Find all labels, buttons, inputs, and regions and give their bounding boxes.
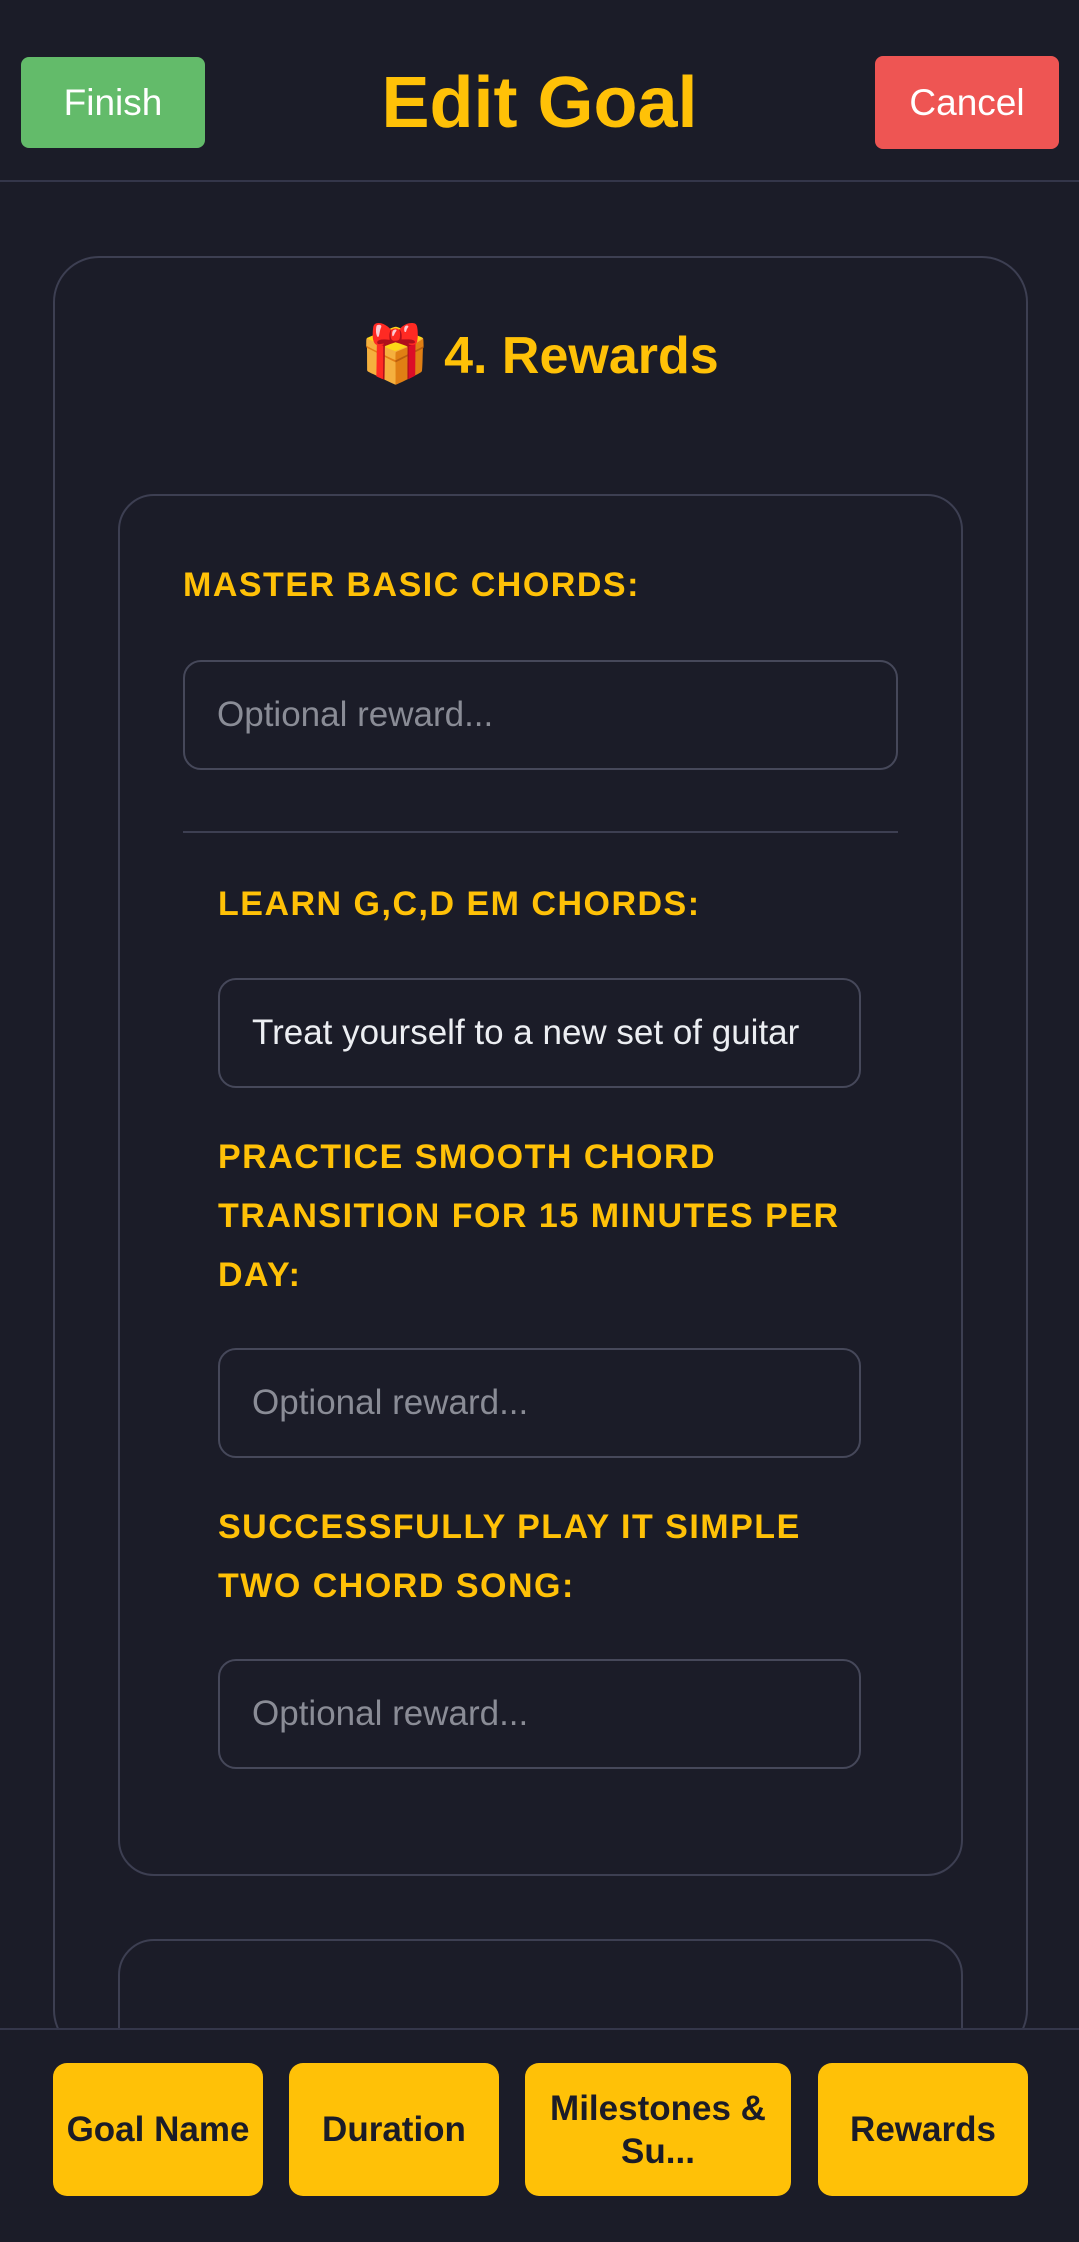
divider xyxy=(183,831,898,833)
milestone-reward-input[interactable] xyxy=(183,660,898,770)
substep-label: LEARN G,C,D EM CHORDS: xyxy=(218,885,701,923)
section-title-text: 4. Rewards xyxy=(444,327,719,385)
milestone-label: MASTER BASIC CHORDS: xyxy=(183,566,640,604)
tab-duration[interactable]: Duration xyxy=(289,2063,499,2196)
section-title: 🎁 4. Rewards xyxy=(0,318,1079,392)
tab-milestones[interactable]: Milestones & Su... xyxy=(525,2063,791,2196)
gift-icon: 🎁 xyxy=(360,322,431,385)
substep-label: PRACTICE SMOOTH CHORD TRANSITION FOR 15 … xyxy=(218,1138,840,1294)
substep-reward-input[interactable] xyxy=(218,1348,861,1458)
substep-reward-input[interactable] xyxy=(218,1659,861,1769)
substep-label: SUCCESSFULLY PLAY IT SIMPLE TWO CHORD SO… xyxy=(218,1508,801,1605)
tab-rewards[interactable]: Rewards xyxy=(818,2063,1028,2196)
cancel-button[interactable]: Cancel xyxy=(875,56,1059,149)
tab-goal-name[interactable]: Goal Name xyxy=(53,2063,263,2196)
substep-reward-input[interactable] xyxy=(218,978,861,1088)
